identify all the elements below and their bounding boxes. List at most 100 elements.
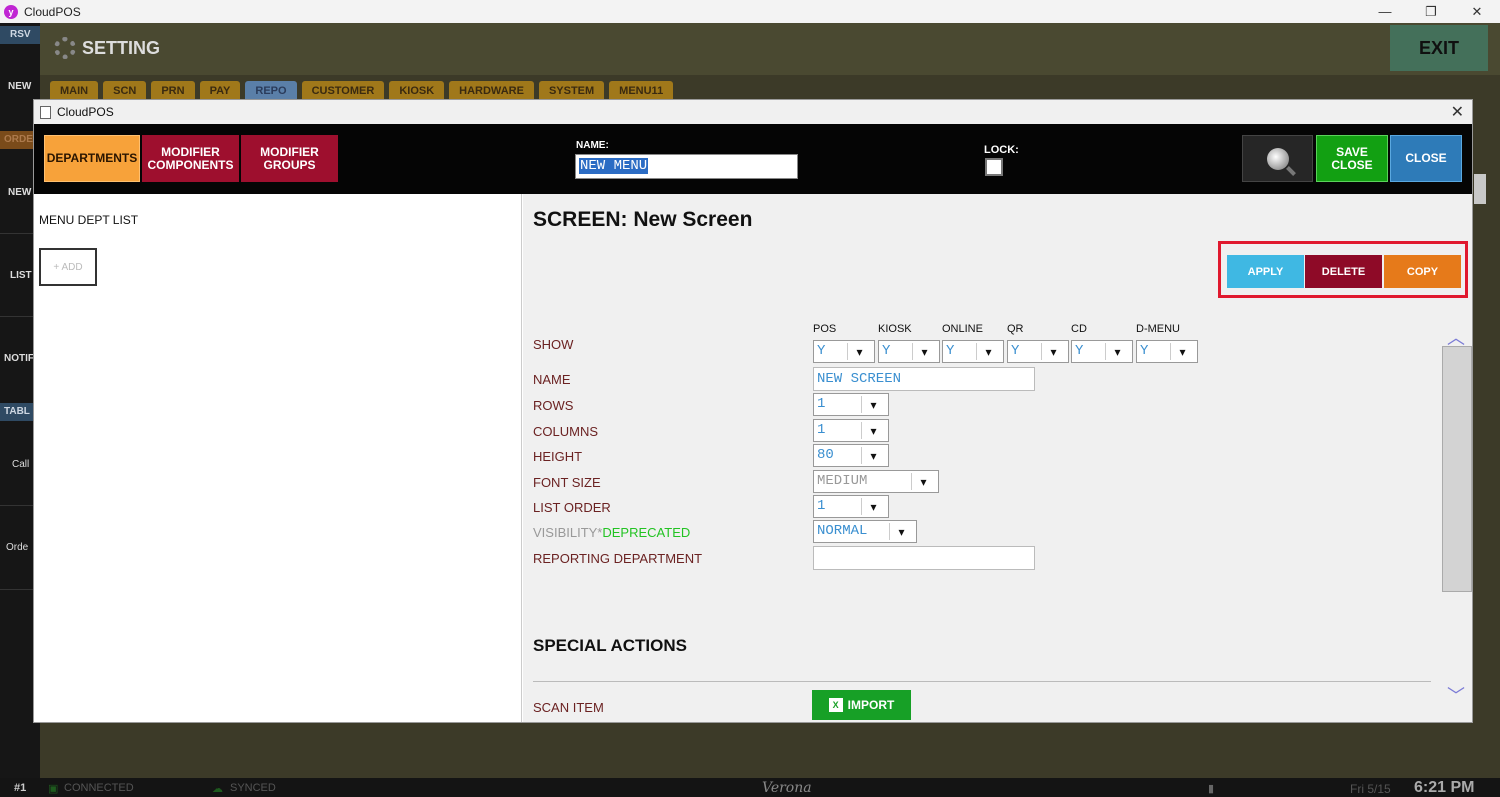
status-bar: #1 ▣ CONNECTED ☁ SYNCED Verona ▮ Fri 5/1… (0, 778, 1500, 797)
lock-checkbox[interactable] (985, 158, 1003, 176)
show-online-value: Y (946, 343, 955, 359)
tab-system[interactable]: SYSTEM (538, 81, 605, 101)
close-icon[interactable]: ✕ (1451, 102, 1464, 122)
visibility-label: VISIBILITY*DEPRECATED (533, 525, 690, 540)
show-kiosk-select[interactable]: Y ▾ (878, 340, 940, 363)
scrollbar-thumb[interactable] (1442, 346, 1472, 592)
tab-customer[interactable]: CUSTOMER (301, 81, 385, 101)
chevron-down-icon: ▾ (1105, 343, 1129, 360)
show-col-online: ONLINE (942, 323, 983, 335)
list-order-select[interactable]: 1 ▾ (813, 495, 889, 518)
copy-button[interactable]: COPY (1384, 255, 1461, 288)
reporting-department-label: REPORTING DEPARTMENT (533, 551, 703, 566)
sync-status: SYNCED (230, 782, 276, 794)
show-cd-select[interactable]: Y ▾ (1071, 340, 1133, 363)
import-button[interactable]: X IMPORT (812, 690, 911, 720)
scroll-down-icon[interactable]: ﹀ (1447, 682, 1465, 708)
delete-button[interactable]: DELETE (1305, 255, 1382, 288)
action-buttons-highlight: APPLY DELETE COPY (1218, 241, 1468, 298)
excel-icon: X (828, 698, 843, 712)
exit-button[interactable]: EXIT (1390, 25, 1488, 71)
tab-main[interactable]: MAIN (50, 81, 99, 101)
show-col-dmenu: D-MENU (1136, 323, 1180, 335)
screen-name-input[interactable]: NEW SCREEN (813, 367, 1035, 391)
app-logo-icon: y (4, 4, 18, 19)
rows-select[interactable]: 1 ▾ (813, 393, 889, 416)
departments-button[interactable]: DEPARTMENTS (44, 135, 140, 182)
list-order-value: 1 (817, 498, 826, 514)
visibility-label-text: VISIBILITY* (533, 525, 603, 540)
dialog-titlebar: CloudPOS ✕ (34, 100, 1472, 124)
chevron-down-icon: ▾ (861, 422, 885, 439)
menu-dept-list-title: MENU DEPT LIST (39, 213, 139, 227)
columns-select[interactable]: 1 ▾ (813, 419, 889, 442)
reporting-department-input[interactable] (813, 546, 1035, 570)
lock-label: LOCK: (984, 144, 1019, 156)
chevron-down-icon: ▾ (976, 343, 1000, 360)
chevron-down-icon: ▾ (912, 343, 936, 360)
show-online-select[interactable]: Y ▾ (942, 340, 1004, 363)
tab-pay[interactable]: PAY (199, 81, 241, 101)
list-order-label: LIST ORDER (533, 500, 611, 515)
menu-dept-list-panel: MENU DEPT LIST + ADD (34, 194, 522, 722)
menu-name-input[interactable]: NEW MENU (575, 154, 798, 179)
close-button[interactable]: CLOSE (1390, 135, 1462, 182)
screen-title: SCREEN: New Screen (533, 208, 753, 231)
rail-item-new[interactable]: NEW (0, 81, 40, 92)
menu-editor-dialog: CloudPOS ✕ DEPARTMENTS MODIFIER COMPONEN… (33, 99, 1473, 723)
close-window-icon[interactable]: ✕ (1454, 0, 1500, 23)
add-department-button[interactable]: + ADD (39, 248, 97, 286)
settings-tabs: MAIN SCN PRN PAY REPO CUSTOMER KIOSK HAR… (50, 81, 674, 101)
font-size-select[interactable]: MEDIUM ▾ (813, 470, 939, 493)
height-select[interactable]: 80 ▾ (813, 444, 889, 467)
visibility-select[interactable]: NORMAL ▾ (813, 520, 917, 543)
os-window-controls: — ❐ ✕ (1362, 0, 1500, 23)
chevron-down-icon: ▾ (1170, 343, 1194, 360)
show-qr-value: Y (1011, 343, 1020, 359)
chevron-down-icon: ▾ (861, 498, 885, 515)
os-titlebar: y CloudPOS — ❐ ✕ (0, 0, 1500, 23)
search-button[interactable] (1242, 135, 1313, 182)
section-divider (533, 681, 1431, 682)
show-dmenu-value: Y (1140, 343, 1149, 359)
modifier-components-button[interactable]: MODIFIER COMPONENTS (142, 135, 239, 182)
screen-name-label: NAME (533, 372, 571, 387)
page-title: SETTING (82, 38, 161, 58)
show-cd-value: Y (1075, 343, 1084, 359)
show-col-cd: CD (1071, 323, 1087, 335)
device-icon: ▮ (1208, 783, 1215, 795)
tab-scn[interactable]: SCN (103, 81, 147, 101)
save-close-button[interactable]: SAVE CLOSE (1316, 135, 1388, 182)
show-pos-select[interactable]: Y ▾ (813, 340, 875, 363)
minimize-icon[interactable]: — (1362, 0, 1408, 23)
rows-value: 1 (817, 396, 826, 412)
apply-button[interactable]: APPLY (1227, 255, 1304, 288)
tab-hardware[interactable]: HARDWARE (449, 81, 534, 101)
cloud-icon: ☁ (212, 783, 223, 795)
dialog-toolbar: DEPARTMENTS MODIFIER COMPONENTS MODIFIER… (34, 124, 1472, 194)
monitor-icon: ▣ (48, 783, 59, 795)
show-kiosk-value: Y (882, 343, 891, 359)
tab-kiosk[interactable]: KIOSK (389, 81, 445, 101)
font-size-value: MEDIUM (817, 473, 868, 489)
deprecated-badge: DEPRECATED (602, 525, 691, 540)
rail-item-rsv[interactable]: RSV (0, 26, 40, 44)
show-col-kiosk: KIOSK (878, 323, 912, 335)
columns-label: COLUMNS (533, 424, 599, 439)
visibility-value: NORMAL (817, 523, 868, 539)
modifier-groups-button[interactable]: MODIFIER GROUPS (241, 135, 338, 182)
document-icon (40, 105, 51, 119)
show-dmenu-select[interactable]: Y ▾ (1136, 340, 1198, 363)
tab-prn[interactable]: PRN (151, 81, 195, 101)
tab-repo[interactable]: REPO (245, 81, 297, 101)
special-actions-heading: SPECIAL ACTIONS (533, 636, 687, 655)
height-label: HEIGHT (533, 449, 583, 464)
maximize-icon[interactable]: ❐ (1408, 0, 1454, 23)
tab-menu11[interactable]: MENU11 (609, 81, 674, 101)
status-time: 6:21 PM (1414, 779, 1475, 796)
rows-label: ROWS (533, 398, 574, 413)
screen-editor-panel: SCREEN: New Screen APPLY DELETE COPY SHO… (523, 194, 1472, 722)
show-qr-select[interactable]: Y ▾ (1007, 340, 1069, 363)
show-pos-value: Y (817, 343, 826, 359)
connection-status: CONNECTED (64, 782, 134, 794)
